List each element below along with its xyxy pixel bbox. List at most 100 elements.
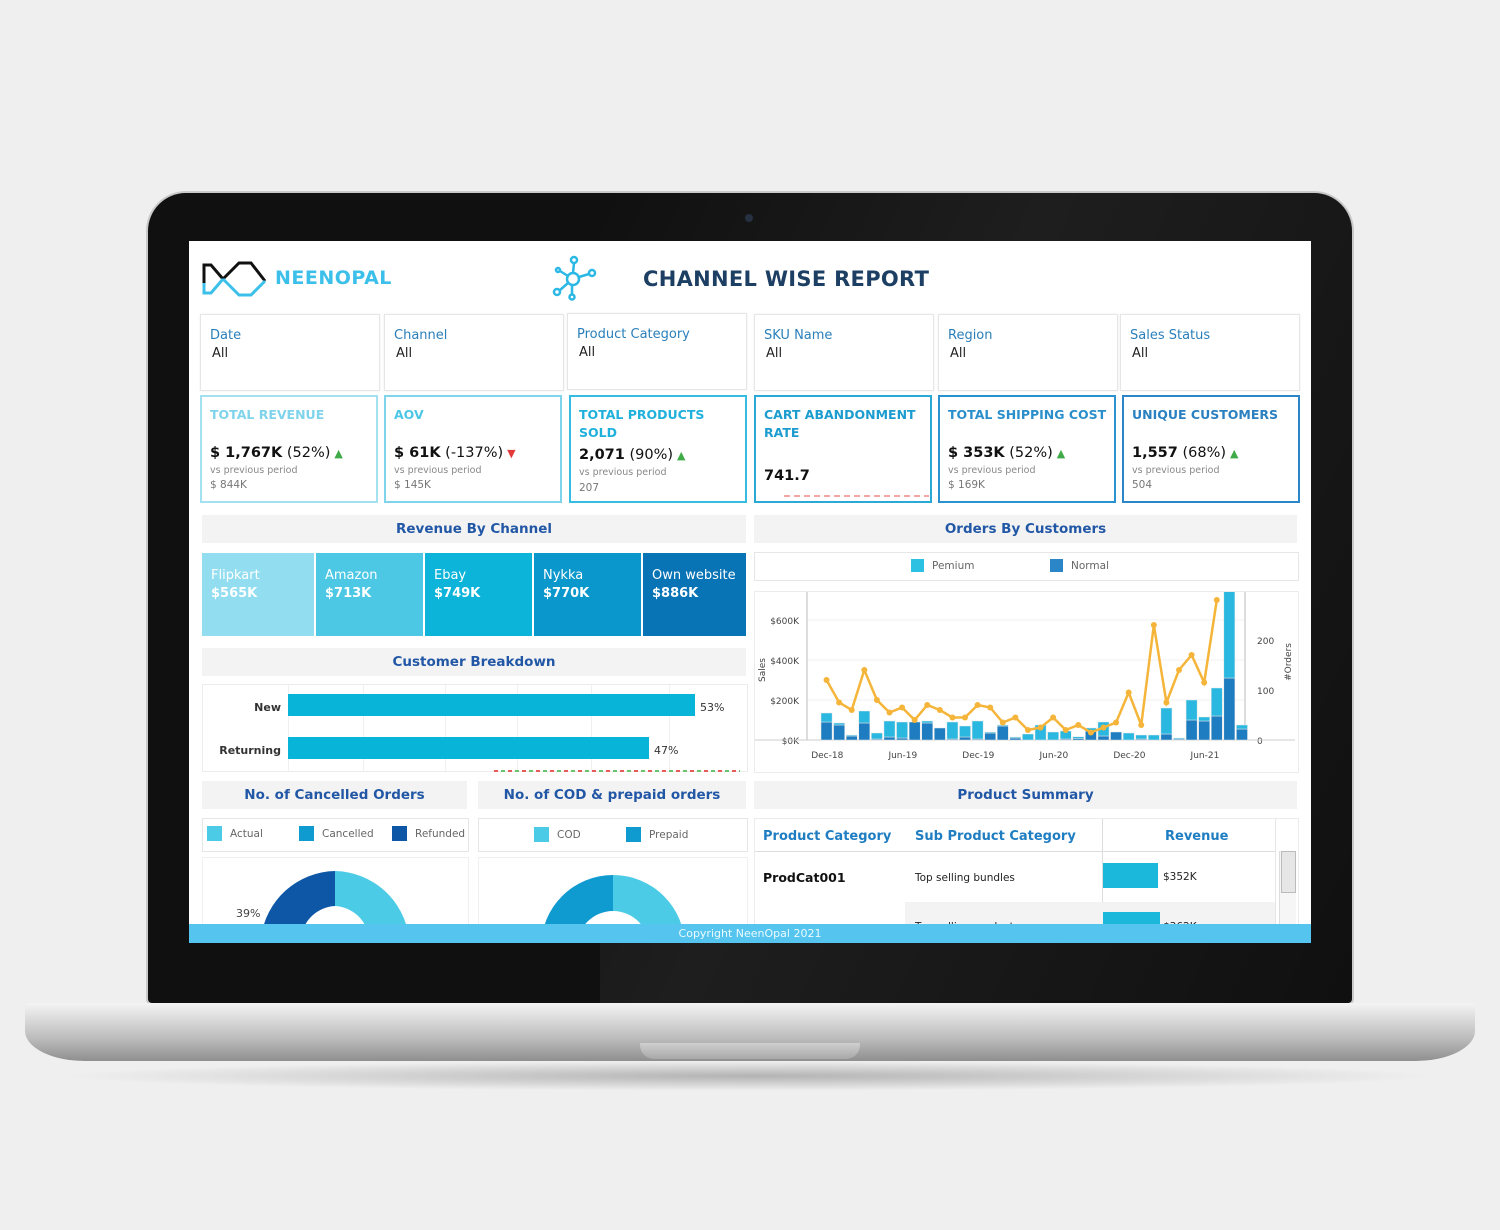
channel-value: $770K bbox=[543, 586, 590, 601]
dashboard-screen: NEENOPAL CHANNEL WISE REPORT Date All Ch… bbox=[189, 241, 1311, 943]
filter-value[interactable]: All bbox=[1132, 346, 1148, 361]
filter-product-category[interactable]: Product Category All bbox=[567, 313, 747, 390]
channel-cell-own-website[interactable]: Own website $886K bbox=[643, 553, 746, 636]
kpi-value: 1,557 (68%) ▲ bbox=[1132, 445, 1239, 461]
filter-value[interactable]: All bbox=[212, 346, 228, 361]
filter-channel[interactable]: Channel All bbox=[384, 314, 564, 391]
kpi-compare-label: vs previous period bbox=[579, 467, 667, 478]
filter-value[interactable]: All bbox=[396, 346, 412, 361]
kpi-main-value: 1,557 bbox=[1132, 445, 1178, 461]
legend-item-premium[interactable]: Pemium bbox=[911, 559, 974, 572]
laptop-notch bbox=[640, 1043, 860, 1059]
filter-label: Product Category bbox=[577, 327, 690, 342]
trend-up-icon: ▲ bbox=[334, 447, 343, 460]
channel-name: Flipkart bbox=[211, 568, 260, 583]
legend-label: Prepaid bbox=[649, 828, 689, 841]
filter-sales-status[interactable]: Sales Status All bbox=[1120, 314, 1300, 391]
bar-normal bbox=[845, 735, 858, 741]
filter-value[interactable]: All bbox=[579, 345, 595, 360]
bar-normal bbox=[833, 724, 845, 741]
bar-premium bbox=[820, 712, 833, 723]
orders-legend: Pemium Normal bbox=[754, 552, 1299, 581]
bar-normal bbox=[1210, 715, 1223, 741]
orders-point bbox=[836, 699, 843, 706]
kpi-total-revenue: TOTAL REVENUE $ 1,767K (52%) ▲ vs previou… bbox=[200, 395, 378, 503]
filter-value[interactable]: All bbox=[766, 346, 782, 361]
orders-point bbox=[987, 704, 994, 711]
x-tick-label: Dec-20 bbox=[1113, 751, 1145, 761]
revenue-bar bbox=[1103, 863, 1159, 888]
orders-point bbox=[899, 704, 906, 711]
orders-point bbox=[1037, 724, 1044, 731]
cell-revenue: $352K bbox=[1163, 871, 1197, 883]
bar-normal bbox=[1160, 733, 1173, 741]
legend-item-prepaid[interactable]: Prepaid bbox=[626, 827, 688, 842]
neenopal-logo-icon bbox=[202, 261, 267, 297]
bar-premium bbox=[971, 720, 984, 740]
bar-new[interactable] bbox=[288, 694, 696, 716]
bar-premium bbox=[1122, 732, 1135, 741]
network-hub-icon bbox=[552, 255, 597, 301]
legend-item-actual[interactable]: Actual bbox=[207, 826, 263, 841]
legend-item-normal[interactable]: Normal bbox=[1050, 559, 1109, 572]
channel-cell-amazon[interactable]: Amazon $713K bbox=[316, 553, 425, 636]
legend-swatch bbox=[626, 827, 641, 842]
revenue-by-channel-treemap: Flipkart $565K Amazon $713K Ebay $749K N… bbox=[202, 553, 746, 636]
bar-value-returning: 47% bbox=[653, 744, 679, 757]
bar-label-new: New bbox=[254, 701, 281, 714]
y-axis-label: Sales bbox=[758, 658, 768, 682]
trend-up-icon: ▲ bbox=[1056, 447, 1066, 460]
webcam-icon bbox=[745, 214, 753, 222]
bar-premium bbox=[1135, 734, 1148, 740]
legend-item-cancelled[interactable]: Cancelled bbox=[299, 826, 374, 841]
filter-sku-name[interactable]: SKU Name All bbox=[754, 314, 934, 391]
filter-date[interactable]: Date All bbox=[200, 314, 380, 391]
product-summary-title: Product Summary bbox=[754, 781, 1297, 809]
scrollbar-thumb[interactable] bbox=[1281, 851, 1296, 893]
header-divider bbox=[755, 851, 1275, 852]
channel-name: Nykka bbox=[543, 568, 584, 583]
bar-premium bbox=[896, 721, 908, 739]
bar-normal bbox=[908, 721, 921, 741]
orders-point bbox=[1125, 689, 1132, 696]
channel-name: Amazon bbox=[325, 568, 378, 583]
channel-name: Ebay bbox=[434, 568, 467, 583]
kpi-main-value: $ 1,767K bbox=[210, 445, 283, 461]
column-header-product-category[interactable]: Product Category bbox=[763, 829, 891, 844]
y-tick-label: $600K bbox=[770, 617, 800, 627]
orders-point bbox=[1163, 699, 1170, 706]
kpi-value: 741.7 bbox=[764, 468, 810, 484]
channel-cell-nykka[interactable]: Nykka $770K bbox=[534, 553, 643, 636]
bar-returning[interactable] bbox=[288, 737, 649, 759]
bar-premium bbox=[1236, 724, 1248, 730]
bar-premium bbox=[1148, 734, 1160, 741]
bar-premium bbox=[1223, 583, 1236, 679]
bar-normal bbox=[934, 727, 946, 741]
cell-product-category: ProdCat001 bbox=[763, 870, 846, 885]
column-header-sub-product-category[interactable]: Sub Product Category bbox=[915, 829, 1076, 844]
orders-point bbox=[861, 667, 868, 673]
bar-premium bbox=[1185, 699, 1198, 721]
orders-point bbox=[1075, 722, 1082, 728]
legend-item-refunded[interactable]: Refunded bbox=[392, 826, 465, 841]
brand-name: NEENOPAL bbox=[275, 267, 392, 289]
filter-value[interactable]: All bbox=[950, 346, 966, 361]
legend-item-cod[interactable]: COD bbox=[534, 827, 581, 842]
kpi-compare-label: vs previous period bbox=[1132, 465, 1220, 476]
bar-premium bbox=[883, 720, 896, 738]
filter-label: Region bbox=[948, 328, 993, 343]
cancelled-orders-title: No. of Cancelled Orders bbox=[202, 781, 467, 809]
y2-axis-label: #Orders bbox=[1284, 643, 1294, 681]
legend-label: Refunded bbox=[415, 827, 466, 840]
orders-point bbox=[1024, 727, 1031, 733]
channel-cell-ebay[interactable]: Ebay $749K bbox=[425, 553, 534, 636]
channel-cell-flipkart[interactable]: Flipkart $565K bbox=[202, 553, 316, 636]
trend-up-icon: ▲ bbox=[677, 449, 686, 462]
brand-logo[interactable]: NEENOPAL bbox=[201, 257, 392, 299]
legend-label: COD bbox=[557, 828, 581, 841]
filter-region[interactable]: Region All bbox=[938, 314, 1118, 391]
legend-swatch bbox=[1050, 559, 1063, 572]
kpi-change: (52%) bbox=[1009, 445, 1053, 461]
legend-label: Normal bbox=[1071, 559, 1109, 572]
column-header-revenue[interactable]: Revenue bbox=[1165, 829, 1228, 844]
